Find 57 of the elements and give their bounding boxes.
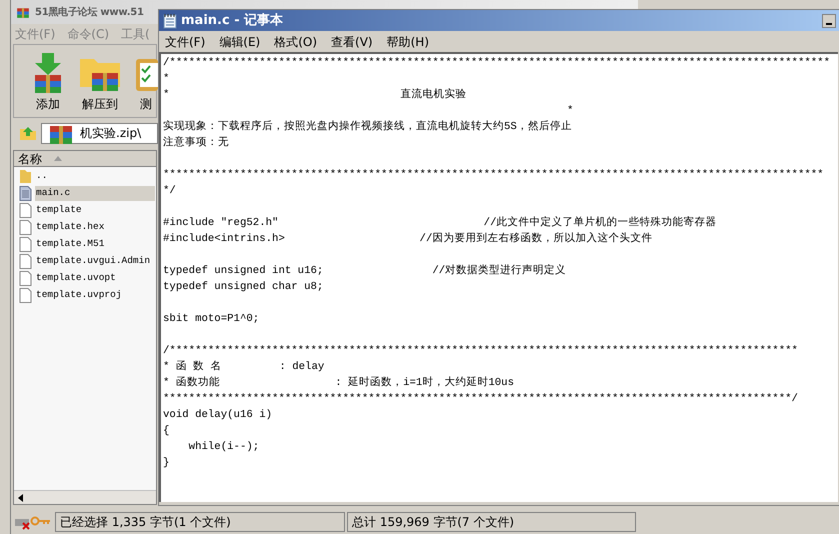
file-name[interactable]: template.uvopt bbox=[35, 271, 117, 286]
lock-key-icon bbox=[13, 514, 53, 530]
minimize-icon bbox=[826, 22, 832, 24]
file-icon bbox=[19, 237, 32, 252]
toolbar-button[interactable]: 测 bbox=[134, 53, 158, 113]
file-name[interactable]: template.M51 bbox=[35, 237, 106, 252]
code-line: /******************************************************************************************************* bbox=[163, 56, 832, 71]
file-icon bbox=[19, 220, 32, 235]
code-line: * 直流电机实验 bbox=[163, 87, 468, 103]
code-line: void delay(u16 i) bbox=[163, 408, 274, 423]
menu-item[interactable]: 查看(V) bbox=[331, 32, 373, 50]
horizontal-scrollbar[interactable] bbox=[14, 490, 156, 504]
code-line: #include "reg52.h" //此文件中定义了单片机的一些特殊功能寄存器 bbox=[163, 215, 718, 231]
code-line: * 函 数 名 : delay bbox=[163, 360, 326, 375]
file-name[interactable]: main.c bbox=[35, 186, 155, 201]
code-line: typedef unsigned char u8; bbox=[163, 280, 324, 295]
code-line: /************************************************************************************************** bbox=[163, 344, 799, 359]
file-name[interactable]: template.uvgui.Admin bbox=[35, 254, 152, 269]
file-icon bbox=[19, 271, 32, 286]
code-line: ******************************************************************************************************* bbox=[163, 168, 825, 183]
folder-icon bbox=[19, 169, 32, 184]
code-line: sbit moto=P1^0; bbox=[163, 312, 260, 327]
menu-item[interactable]: 文件(F) bbox=[165, 32, 206, 50]
code-line: * 函数功能 : 延时函数，i=1时，大约延时10us bbox=[163, 375, 515, 391]
file-name[interactable]: .. bbox=[35, 169, 48, 184]
code-line: typedef unsigned int u16; //对数据类型进行声明定义 bbox=[163, 263, 568, 279]
toolbar-button[interactable]: 添加 bbox=[30, 53, 66, 113]
file-icon bbox=[19, 254, 32, 269]
column-header[interactable]: 名称 bbox=[14, 151, 154, 166]
file-name[interactable]: template bbox=[35, 203, 83, 218]
status-total: 总计 159,969 字节(7 个文件) bbox=[347, 512, 636, 532]
code-line: } bbox=[163, 456, 170, 471]
window-title: main.c - 记事本 bbox=[181, 12, 284, 30]
toolbar-button[interactable]: 解压到 bbox=[78, 53, 122, 113]
menu-item[interactable]: 格式(O) bbox=[274, 32, 318, 50]
code-line: **************************************************************************************************/ bbox=[163, 392, 799, 407]
menu-item[interactable]: 编辑(E) bbox=[219, 32, 260, 50]
code-line: * bbox=[566, 104, 574, 119]
code-line: { bbox=[163, 424, 170, 439]
path-field[interactable]: 机实验.zip\ bbox=[41, 122, 158, 144]
notepad-icon bbox=[163, 12, 177, 28]
text-file-icon bbox=[19, 186, 32, 201]
code-line: while(i--); bbox=[188, 440, 260, 455]
minimize-button[interactable] bbox=[822, 14, 836, 28]
code-line: * bbox=[163, 72, 170, 87]
code-line: 实现现象：下载程序后，按照光盘内操作视频接线，直流电机旋转大约5S，然后停止 bbox=[163, 119, 573, 135]
window-title: 51黑电子论坛 www.51 bbox=[35, 6, 144, 20]
code-line: 注意事项：无 bbox=[163, 135, 230, 151]
file-icon bbox=[19, 203, 32, 218]
file-name[interactable]: template.hex bbox=[35, 220, 106, 235]
status-selection: 已经选择 1,335 字节(1 个文件) bbox=[55, 512, 345, 532]
file-name[interactable]: template.uvproj bbox=[35, 288, 123, 303]
menu-item[interactable]: 帮助(H) bbox=[386, 32, 429, 50]
code-line: #include<intrins.h> //因为要用到左右移函数，所以加入这个头文件 bbox=[163, 231, 654, 247]
code-line: */ bbox=[163, 184, 177, 199]
file-icon bbox=[19, 288, 32, 303]
sort-arrow-icon bbox=[54, 156, 62, 161]
